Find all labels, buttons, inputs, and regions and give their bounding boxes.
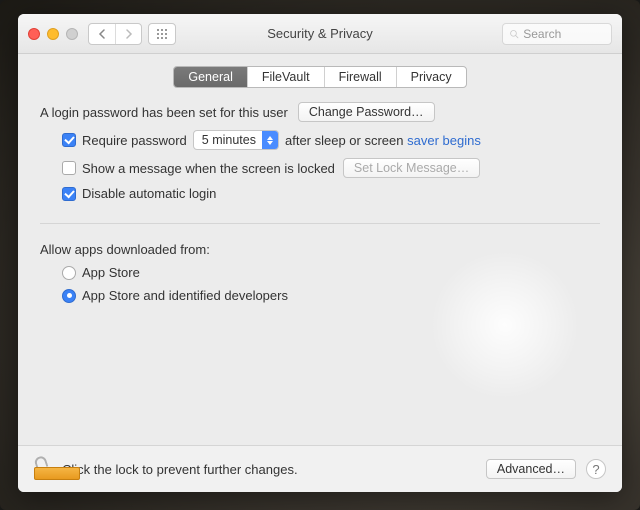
login-password-status: A login password has been set for this u… [40,105,288,120]
section-divider [40,223,600,224]
set-lock-message-button[interactable]: Set Lock Message… [343,158,480,178]
require-password-delay-select[interactable]: 5 minutes [193,130,279,150]
after-sleep-text: after sleep or screen [285,133,404,148]
chevron-right-icon [125,29,133,39]
forward-button[interactable] [115,24,141,44]
change-password-button[interactable]: Change Password… [298,102,435,122]
disable-auto-login-checkbox[interactable] [62,187,76,201]
nav-segment [88,23,142,45]
require-password-checkbox[interactable] [62,133,76,147]
show-lock-message-label: Show a message when the screen is locked [82,161,335,176]
stepper-icon [262,131,278,149]
advanced-button[interactable]: Advanced… [486,459,576,479]
screensaver-link[interactable]: saver begins [407,133,481,148]
require-password-label: Require password [82,133,187,148]
close-window-button[interactable] [28,28,40,40]
preferences-window: Security & Privacy General FileVault Fir… [18,14,622,492]
lock-icon[interactable] [34,458,52,480]
tab-filevault[interactable]: FileVault [247,67,324,87]
allow-apps-identified-radio[interactable] [62,289,76,303]
tab-general[interactable]: General [174,67,246,87]
allow-apps-header: Allow apps downloaded from: [40,242,210,257]
grid-icon [156,28,168,40]
tab-bar: General FileVault Firewall Privacy [18,66,622,88]
window-controls [28,28,78,40]
search-field[interactable] [502,23,612,45]
footer: Click the lock to prevent further change… [18,445,622,492]
help-button[interactable]: ? [586,459,606,479]
back-button[interactable] [89,24,115,44]
tab-firewall[interactable]: Firewall [324,67,396,87]
allow-apps-appstore-radio[interactable] [62,266,76,280]
tab-privacy[interactable]: Privacy [396,67,466,87]
show-lock-message-checkbox[interactable] [62,161,76,175]
search-input[interactable] [523,27,605,41]
allow-apps-appstore-label: App Store [82,265,140,280]
show-all-button[interactable] [148,23,176,45]
allow-apps-identified-label: App Store and identified developers [82,288,288,303]
minimize-window-button[interactable] [47,28,59,40]
disable-auto-login-label: Disable automatic login [82,186,216,201]
lock-hint-text: Click the lock to prevent further change… [62,462,298,477]
titlebar: Security & Privacy [18,14,622,54]
search-icon [509,28,519,40]
chevron-left-icon [98,29,106,39]
require-password-delay-value: 5 minutes [202,133,256,147]
zoom-window-button[interactable] [66,28,78,40]
